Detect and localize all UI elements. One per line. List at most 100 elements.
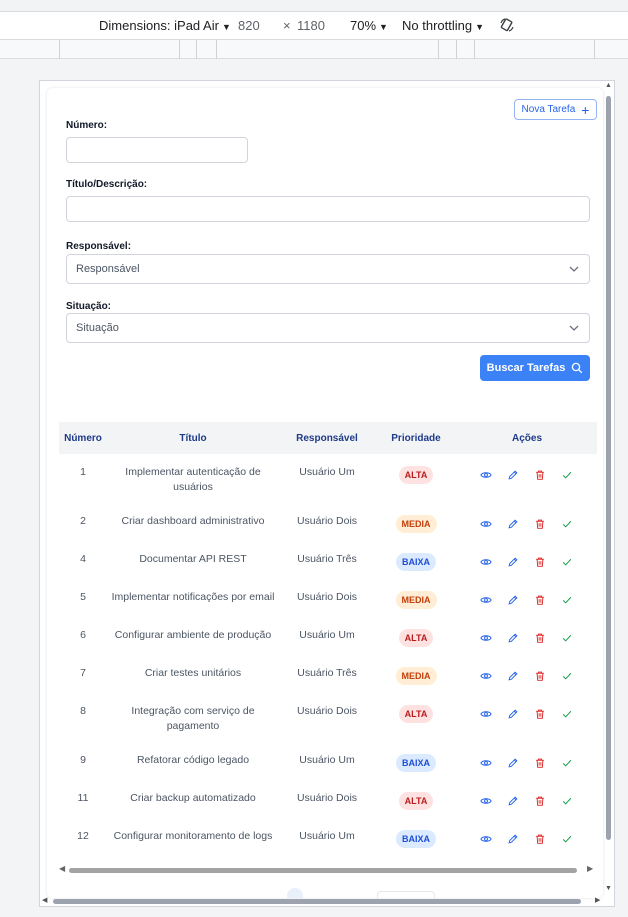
cell-acoes — [457, 579, 597, 617]
check-icon — [561, 518, 573, 532]
cell-prioridade: ALTA — [375, 693, 457, 742]
edit-task-button[interactable] — [507, 556, 521, 570]
column-header-acoes: Ações — [511, 432, 542, 444]
page-vertical-scrollbar[interactable]: ▲ ▼ — [604, 82, 614, 908]
table-scroll-thumb[interactable] — [69, 868, 577, 873]
cell-titulo: Implementar autenticação de usuários — [125, 466, 261, 493]
responsavel-select[interactable]: Responsável — [66, 254, 590, 284]
page-hscroll-thumb[interactable] — [53, 899, 581, 904]
devtools-top-strip — [0, 0, 628, 12]
eye-icon — [479, 556, 492, 570]
trash-icon — [534, 708, 546, 722]
cell-responsavel: Usuário Um — [299, 830, 355, 842]
cell-titulo: Criar testes unitários — [144, 667, 242, 679]
search-tasks-button[interactable]: Buscar Tarefas — [480, 355, 590, 381]
device-dimensions-label: Dimensions: iPad Air — [99, 18, 219, 33]
view-task-button[interactable] — [479, 632, 494, 646]
view-task-button[interactable] — [479, 833, 494, 847]
zoom-select[interactable]: 70% ▼ — [350, 18, 388, 33]
edit-task-button[interactable] — [507, 632, 521, 646]
tasks-table-container: Número Título Responsável Prioridade Açõ… — [59, 422, 597, 862]
view-task-button[interactable] — [479, 670, 494, 684]
edit-task-button[interactable] — [507, 833, 521, 847]
rotate-icon[interactable] — [499, 17, 515, 33]
view-task-button[interactable] — [479, 594, 494, 608]
cell-titulo: Integração com serviço de pagamento — [131, 705, 255, 732]
edit-task-button[interactable] — [507, 708, 521, 722]
complete-task-button[interactable] — [561, 757, 575, 771]
new-task-button[interactable]: Nova Tarefa + — [514, 99, 597, 120]
trash-icon — [534, 469, 546, 483]
device-height-input[interactable]: 1180 — [297, 18, 325, 33]
scroll-right-icon[interactable]: ▶ — [587, 864, 593, 873]
device-dimensions-select[interactable]: Dimensions: iPad Air ▼ — [99, 18, 231, 33]
throttling-select[interactable]: No throttling ▼ — [402, 18, 484, 33]
delete-task-button[interactable] — [534, 518, 548, 532]
cell-responsavel: Usuário Dois — [296, 792, 358, 804]
view-task-button[interactable] — [479, 469, 494, 483]
cell-acoes — [457, 742, 597, 780]
edit-task-button[interactable] — [507, 518, 521, 532]
view-task-button[interactable] — [479, 556, 494, 570]
delete-task-button[interactable] — [534, 708, 548, 722]
column-header-responsavel[interactable]: Responsável — [279, 422, 375, 454]
edit-task-button[interactable] — [507, 594, 521, 608]
delete-task-button[interactable] — [534, 594, 548, 608]
cell-prioridade: MEDIA — [375, 579, 457, 617]
view-task-button[interactable] — [479, 708, 494, 722]
row-actions — [457, 465, 597, 483]
situacao-select[interactable]: Situação — [66, 313, 590, 343]
throttling-label: No throttling — [402, 18, 473, 33]
scroll-up-icon[interactable]: ▲ — [605, 82, 612, 89]
cell-titulo: Criar dashboard administrativo — [121, 515, 265, 527]
column-header-prioridade[interactable]: Prioridade — [375, 422, 457, 454]
row-actions — [457, 704, 597, 722]
delete-task-button[interactable] — [534, 556, 548, 570]
scroll-left-icon[interactable]: ◀ — [42, 896, 47, 904]
delete-task-button[interactable] — [534, 757, 548, 771]
page-horizontal-scrollbar[interactable]: ◀ ▶ — [39, 895, 615, 907]
complete-task-button[interactable] — [561, 632, 575, 646]
pencil-icon — [507, 469, 519, 483]
complete-task-button[interactable] — [561, 518, 575, 532]
complete-task-button[interactable] — [561, 670, 575, 684]
edit-task-button[interactable] — [507, 469, 521, 483]
delete-task-button[interactable] — [534, 833, 548, 847]
numero-input[interactable] — [66, 137, 248, 163]
complete-task-button[interactable] — [561, 708, 575, 722]
table-horizontal-scrollbar[interactable]: ◀ ▶ — [59, 864, 597, 876]
dimension-times: × — [283, 18, 291, 33]
table-row: 5 Implementar notificações por email Usuár… — [59, 579, 597, 617]
delete-task-button[interactable] — [534, 795, 548, 809]
column-header-titulo[interactable]: Título — [107, 422, 279, 454]
cell-titulo: Documentar API REST — [139, 553, 247, 565]
device-width-input[interactable]: 820 — [238, 18, 260, 33]
scroll-right-icon[interactable]: ▶ — [595, 896, 600, 904]
pencil-icon — [507, 632, 519, 646]
titulo-input[interactable] — [66, 196, 590, 222]
row-actions — [457, 514, 597, 532]
cell-responsavel: Usuário Um — [299, 629, 355, 641]
view-task-button[interactable] — [479, 518, 494, 532]
view-task-button[interactable] — [479, 757, 494, 771]
delete-task-button[interactable] — [534, 670, 548, 684]
complete-task-button[interactable] — [561, 833, 575, 847]
chevron-down-icon — [569, 266, 579, 272]
edit-task-button[interactable] — [507, 670, 521, 684]
complete-task-button[interactable] — [561, 795, 575, 809]
view-task-button[interactable] — [479, 795, 494, 809]
delete-task-button[interactable] — [534, 469, 548, 483]
complete-task-button[interactable] — [561, 556, 575, 570]
edit-task-button[interactable] — [507, 757, 521, 771]
page-scroll-thumb[interactable] — [606, 96, 611, 840]
situacao-select-value: Situação — [76, 322, 119, 334]
column-header-numero[interactable]: Número — [59, 422, 107, 454]
complete-task-button[interactable] — [561, 594, 575, 608]
complete-task-button[interactable] — [561, 469, 575, 483]
pencil-icon — [507, 556, 519, 570]
scroll-left-icon[interactable]: ◀ — [59, 864, 65, 873]
scroll-down-icon[interactable]: ▼ — [605, 885, 612, 892]
edit-task-button[interactable] — [507, 795, 521, 809]
cell-acoes — [457, 818, 597, 856]
delete-task-button[interactable] — [534, 632, 548, 646]
